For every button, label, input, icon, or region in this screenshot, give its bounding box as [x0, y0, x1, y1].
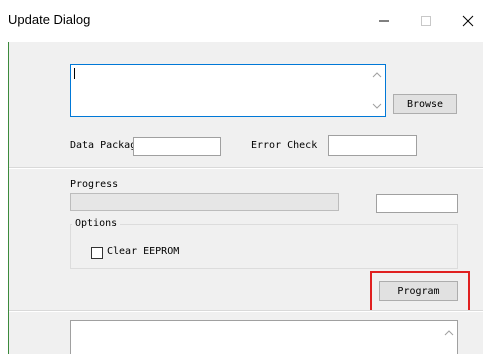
clear-eeprom-label[interactable]: Clear EEPROM	[107, 246, 179, 257]
file-path-scrollbar[interactable]	[369, 65, 385, 116]
maximize-icon	[421, 16, 431, 26]
scroll-up-button[interactable]	[369, 67, 385, 83]
log-scroll-up-button[interactable]	[441, 325, 457, 341]
section-divider-top	[9, 167, 483, 169]
log-output-textarea[interactable]	[70, 320, 458, 354]
progress-bar	[70, 193, 339, 211]
clear-eeprom-checkbox[interactable]	[91, 247, 103, 259]
progress-label: Progress	[70, 179, 119, 190]
program-button[interactable]: Program	[379, 281, 458, 301]
dialog-client-area: Browse Data Package Error Check Progress…	[9, 42, 483, 354]
data-package-label: Data Package	[70, 140, 143, 151]
chevron-up-icon	[444, 330, 454, 336]
window-left-edge	[0, 0, 9, 354]
data-package-field[interactable]	[133, 137, 221, 156]
maximize-button[interactable]	[408, 4, 444, 38]
browse-button[interactable]: Browse	[393, 94, 457, 114]
minimize-icon	[379, 20, 389, 22]
close-icon	[462, 15, 474, 27]
update-dialog-window: Update Dialog Browse Data Package Error …	[0, 0, 483, 354]
options-groupbox: Options Clear EEPROM	[70, 218, 458, 269]
section-divider-bottom	[9, 310, 483, 312]
log-scrollbar[interactable]	[441, 321, 457, 354]
chevron-up-icon	[372, 72, 382, 78]
error-check-label: Error Check	[251, 140, 318, 151]
scroll-down-button[interactable]	[369, 98, 385, 114]
close-button[interactable]	[450, 4, 483, 38]
progress-text-field[interactable]	[376, 194, 458, 213]
title-bar[interactable]: Update Dialog	[0, 0, 483, 42]
options-group-title: Options	[72, 218, 121, 229]
minimize-button[interactable]	[366, 4, 402, 38]
chevron-down-icon	[372, 103, 382, 109]
file-path-textarea[interactable]	[70, 64, 386, 117]
text-caret	[74, 68, 75, 79]
window-title: Update Dialog	[8, 12, 91, 27]
error-check-field[interactable]	[328, 135, 417, 156]
